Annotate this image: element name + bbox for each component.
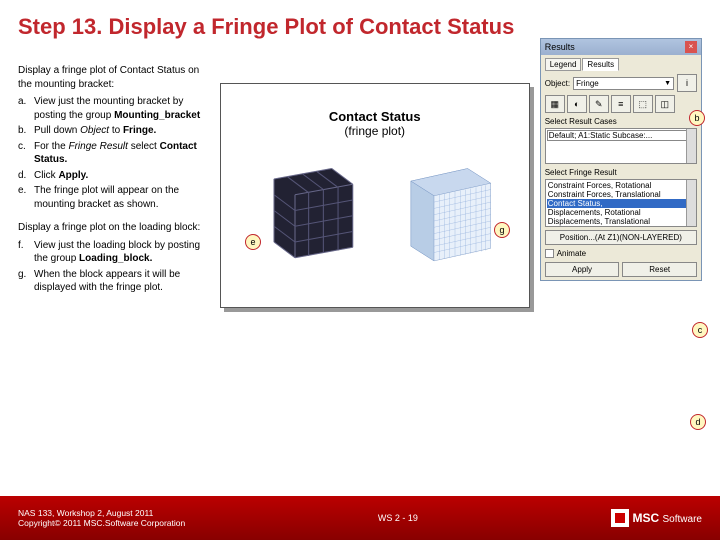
list-item-selected[interactable]: Contact Status, bbox=[547, 199, 695, 208]
cases-listbox[interactable]: Default; A1:Static Subcase:... bbox=[545, 128, 697, 164]
figure-title: Contact Status bbox=[221, 109, 529, 124]
position-button[interactable]: Position...(At Z1)(NON-LAYERED) bbox=[545, 230, 697, 245]
fringe-title-row: Select Fringe Result bbox=[545, 168, 697, 177]
step-text: Click Apply. bbox=[34, 169, 215, 183]
panel-titlebar: Results × bbox=[541, 39, 701, 55]
animate-row: Animate bbox=[545, 249, 697, 258]
icon-5[interactable]: ⬚ bbox=[633, 95, 653, 113]
results-panel-column: Results × Legend Results Object: Fringe … bbox=[540, 38, 702, 308]
step-text: The fringe plot will appear on the mount… bbox=[34, 184, 215, 211]
icon-2[interactable]: ◐ bbox=[567, 95, 587, 113]
footer-left: NAS 133, Workshop 2, August 2011 Copyrig… bbox=[18, 508, 185, 528]
cube-graphics bbox=[221, 158, 529, 263]
chevron-down-icon: ▼ bbox=[664, 80, 671, 87]
icon-3[interactable]: ✎ bbox=[589, 95, 609, 113]
object-value: Fringe bbox=[576, 79, 599, 88]
figure-subtitle: (fringe plot) bbox=[221, 124, 529, 138]
callout-b: b bbox=[689, 110, 705, 126]
panel-tabs: Legend Results bbox=[545, 58, 697, 71]
icon-1[interactable]: ▦ bbox=[545, 95, 565, 113]
list-item[interactable]: Default; A1:Static Subcase:... bbox=[547, 130, 695, 141]
icon-4[interactable]: ≡ bbox=[611, 95, 631, 113]
cube-left bbox=[253, 158, 358, 263]
step-text: View just the loading block by posting t… bbox=[34, 239, 215, 266]
toolbar-icons: ▦ ◐ ✎ ≡ ⬚ ◫ bbox=[545, 95, 697, 113]
step-marker: c. bbox=[18, 140, 34, 167]
info-icon[interactable]: i bbox=[677, 74, 697, 92]
logo-text: MSC Software bbox=[633, 511, 702, 525]
cube-right bbox=[392, 158, 497, 263]
animate-checkbox[interactable] bbox=[545, 249, 554, 258]
step-text: When the block appears it will be displa… bbox=[34, 268, 215, 295]
step-marker: d. bbox=[18, 169, 34, 183]
footer-line2: Copyright© 2011 MSC.Software Corporation bbox=[18, 518, 185, 528]
instructions-column: Display a fringe plot of Contact Status … bbox=[18, 48, 215, 308]
step-text: Pull down Object to Fringe. bbox=[34, 124, 215, 138]
results-panel: Results × Legend Results Object: Fringe … bbox=[540, 38, 702, 281]
list-item[interactable]: Displacements, Rotational bbox=[547, 208, 695, 217]
fringe-listbox[interactable]: Constraint Forces, Rotational Constraint… bbox=[545, 179, 697, 227]
list-item[interactable]: Constraint Forces, Translational bbox=[547, 190, 695, 199]
tab-results[interactable]: Results bbox=[582, 58, 619, 71]
fringe-title: Select Fringe Result bbox=[545, 168, 617, 177]
callout-g: g bbox=[494, 222, 510, 238]
object-row: Object: Fringe ▼ i bbox=[545, 74, 697, 92]
content-area: Display a fringe plot of Contact Status … bbox=[0, 48, 720, 308]
step-marker: a. bbox=[18, 95, 34, 122]
list-item[interactable]: Displacements, Translational bbox=[547, 217, 695, 226]
tab-legend[interactable]: Legend bbox=[545, 58, 582, 71]
step-marker: f. bbox=[18, 239, 34, 266]
callout-c: c bbox=[692, 322, 708, 338]
object-select[interactable]: Fringe ▼ bbox=[573, 77, 674, 90]
scrollbar[interactable] bbox=[686, 129, 696, 163]
steps-list-1: a.View just the mounting bracket by post… bbox=[18, 95, 215, 211]
panel-title-text: Results bbox=[545, 42, 575, 52]
callout-d: d bbox=[690, 414, 706, 430]
logo-icon bbox=[611, 509, 629, 527]
apply-button[interactable]: Apply bbox=[545, 262, 620, 277]
intro-text-2: Display a fringe plot on the loading blo… bbox=[18, 221, 215, 235]
footer-logo: MSC Software bbox=[611, 509, 702, 527]
object-label: Object: bbox=[545, 79, 570, 88]
cases-title: Select Result Cases bbox=[545, 117, 617, 126]
animate-label: Animate bbox=[557, 249, 586, 258]
button-row: Apply Reset bbox=[545, 262, 697, 277]
step-marker: b. bbox=[18, 124, 34, 138]
footer-line1: NAS 133, Workshop 2, August 2011 bbox=[18, 508, 185, 518]
panel-body: Legend Results Object: Fringe ▼ i ▦ ◐ ✎ … bbox=[541, 55, 701, 280]
figure-frame: Contact Status (fringe plot) bbox=[220, 83, 530, 308]
reset-button[interactable]: Reset bbox=[622, 262, 697, 277]
step-marker: g. bbox=[18, 268, 34, 295]
footer-page: WS 2 - 19 bbox=[378, 513, 418, 523]
icon-6[interactable]: ◫ bbox=[655, 95, 675, 113]
step-text: View just the mounting bracket by postin… bbox=[34, 95, 215, 122]
scrollbar[interactable] bbox=[686, 180, 696, 226]
intro-text-1: Display a fringe plot of Contact Status … bbox=[18, 64, 215, 91]
cases-title-row: Select Result Cases ✶ bbox=[545, 117, 697, 126]
figure-column: Contact Status (fringe plot) bbox=[220, 83, 530, 308]
close-icon[interactable]: × bbox=[685, 41, 697, 53]
steps-list-2: f.View just the loading block by posting… bbox=[18, 239, 215, 295]
footer: NAS 133, Workshop 2, August 2011 Copyrig… bbox=[0, 496, 720, 540]
callout-e: e bbox=[245, 234, 261, 250]
list-item[interactable]: Constraint Forces, Rotational bbox=[547, 181, 695, 190]
step-text: For the Fringe Result select Contact Sta… bbox=[34, 140, 215, 167]
step-marker: e. bbox=[18, 184, 34, 211]
